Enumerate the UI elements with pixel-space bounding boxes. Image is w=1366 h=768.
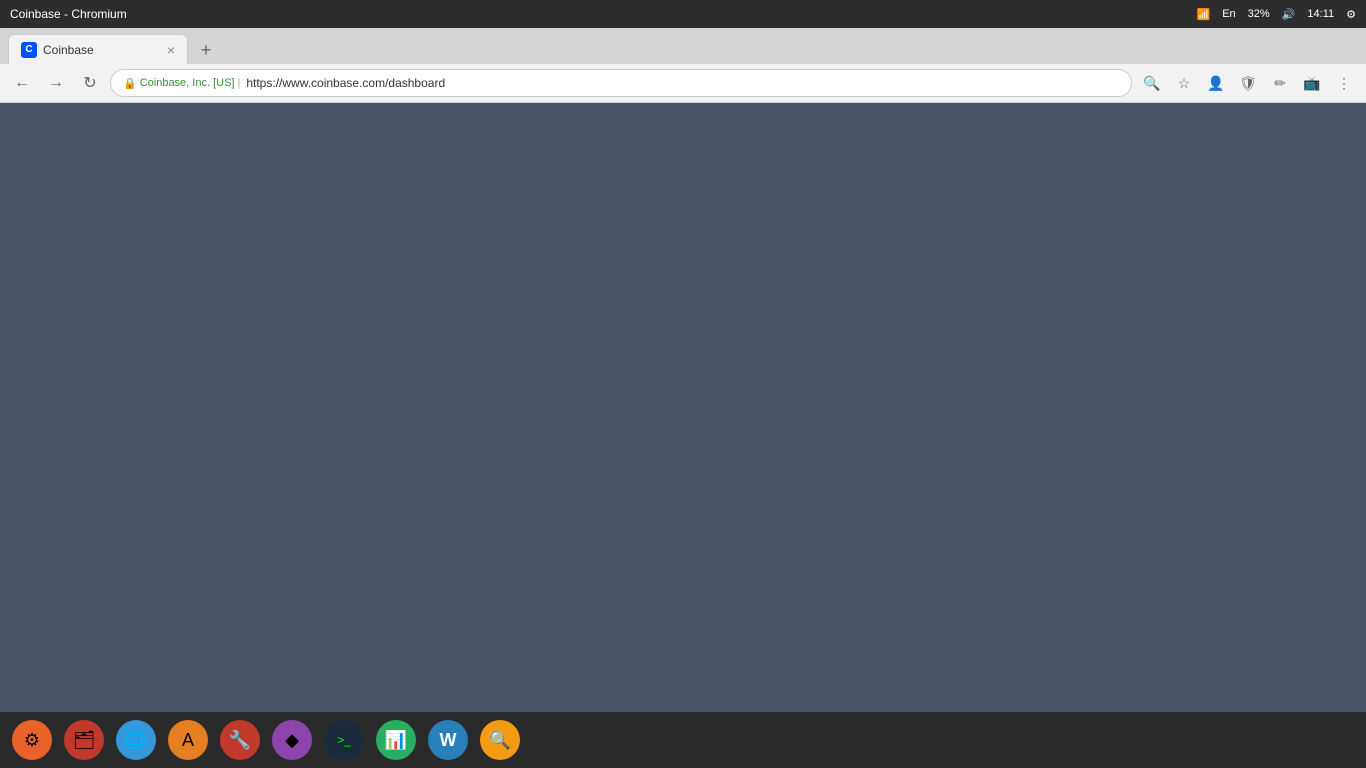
taskbar-system[interactable]: ⚙	[8, 716, 56, 764]
wifi-icon: 📶	[1197, 8, 1211, 21]
address-bar: ← → ↻ 🔒 Coinbase, Inc. [US] | https://ww…	[0, 64, 1366, 102]
os-titlebar: Coinbase - Chromium 📶 En 32% 🔊 14:11 ⚙	[0, 0, 1366, 28]
word-taskbar-icon: W	[428, 720, 468, 760]
taskbar-files[interactable]: 🗂	[60, 716, 108, 764]
taskbar-search[interactable]: 🔍	[476, 716, 524, 764]
taskbar-browser[interactable]: 🌐	[112, 716, 160, 764]
tab-bar: C Coinbase × +	[0, 28, 1366, 64]
forward-button[interactable]: →	[42, 69, 70, 97]
taskbar-purple[interactable]: ◆	[268, 716, 316, 764]
tab-favicon: C	[21, 42, 37, 58]
tools-taskbar-icon: 🔧	[220, 720, 260, 760]
toolbar-icons: 🔍 ☆ 👤 🛡 ✏ 📺 ⋮	[1138, 69, 1358, 97]
lock-icon: 🔒	[123, 77, 137, 90]
extension-button-1[interactable]: 🛡	[1234, 69, 1262, 97]
url-bar[interactable]: 🔒 Coinbase, Inc. [US] | https://www.coin…	[110, 69, 1132, 97]
taskbar: ⚙ 🗂 🌐 A 🔧 ◆ >_ 📊 W 🔍	[0, 712, 1366, 768]
url-text: https://www.coinbase.com/dashboard	[246, 76, 445, 90]
bookmark-button[interactable]: ☆	[1170, 69, 1198, 97]
taskbar-tools[interactable]: 🔧	[216, 716, 264, 764]
titlebar-left: Coinbase - Chromium	[10, 7, 127, 21]
software-taskbar-icon: A	[168, 720, 208, 760]
tab-close-button[interactable]: ×	[167, 42, 175, 58]
browser-chrome: C Coinbase × + ← → ↻ 🔒 Coinbase, Inc. [U…	[0, 28, 1366, 103]
volume-icon: 🔊	[1282, 8, 1296, 21]
purple-taskbar-icon: ◆	[272, 720, 312, 760]
titlebar-right: 📶 En 32% 🔊 14:11 ⚙	[1197, 8, 1357, 21]
system-taskbar-icon: ⚙	[12, 720, 52, 760]
menu-button[interactable]: ⋮	[1330, 69, 1358, 97]
taskbar-software[interactable]: A	[164, 716, 212, 764]
search-taskbar-icon: 🔍	[480, 720, 520, 760]
terminal-taskbar-icon: >_	[324, 720, 364, 760]
extension-button-2[interactable]: ✏	[1266, 69, 1294, 97]
browser-taskbar-icon: 🌐	[116, 720, 156, 760]
reload-button[interactable]: ↻	[76, 69, 104, 97]
monitor-taskbar-icon: 📊	[376, 720, 416, 760]
taskbar-word[interactable]: W	[424, 716, 472, 764]
profile-button[interactable]: 👤	[1202, 69, 1230, 97]
new-tab-button[interactable]: +	[192, 36, 220, 64]
back-button[interactable]: ←	[8, 69, 36, 97]
active-tab[interactable]: C Coinbase ×	[8, 34, 188, 64]
taskbar-terminal[interactable]: >_	[320, 716, 368, 764]
battery-status: 32%	[1248, 8, 1270, 20]
search-button[interactable]: 🔍	[1138, 69, 1166, 97]
clock: 14:11	[1307, 8, 1334, 20]
secure-badge: 🔒 Coinbase, Inc. [US] |	[123, 77, 240, 90]
tab-title: Coinbase	[43, 43, 94, 57]
taskbar-monitor[interactable]: 📊	[372, 716, 420, 764]
app-title: Coinbase - Chromium	[10, 7, 127, 21]
settings-icon: ⚙	[1346, 8, 1356, 21]
cast-button[interactable]: 📺	[1298, 69, 1326, 97]
keyboard-indicator: En	[1222, 8, 1235, 20]
files-taskbar-icon: 🗂	[64, 720, 104, 760]
